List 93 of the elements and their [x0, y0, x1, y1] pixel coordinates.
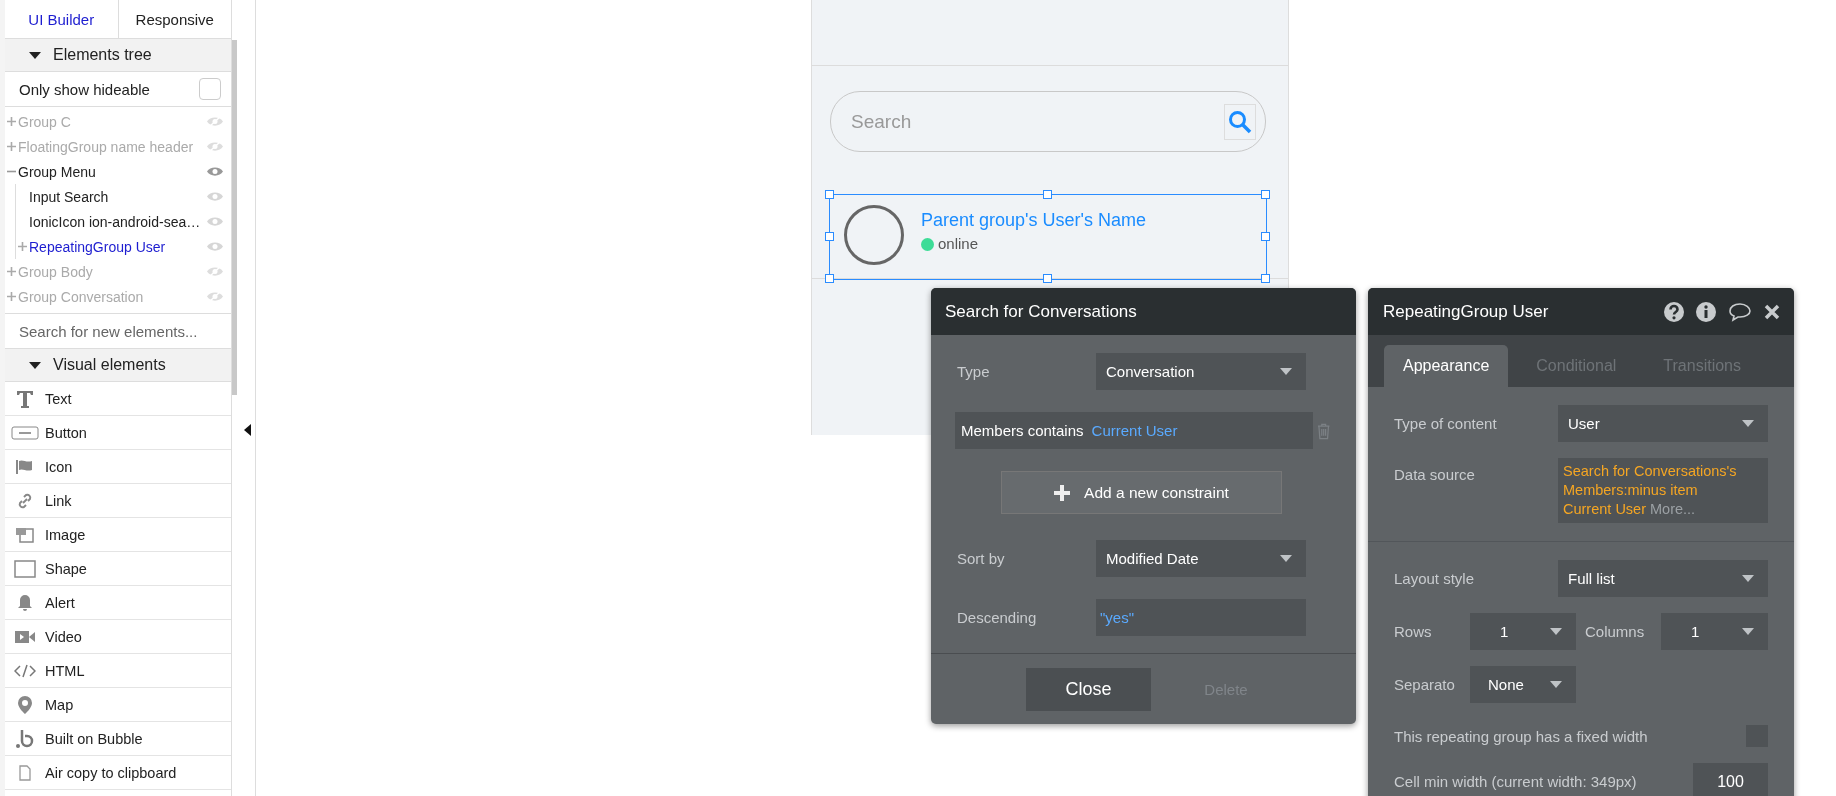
field-label: Sort by	[957, 550, 1006, 567]
dropdown-caret-icon	[1550, 628, 1562, 635]
search-icon[interactable]	[1228, 110, 1252, 134]
element-item[interactable]: Map	[45, 696, 74, 713]
bubble-logo-icon	[16, 728, 34, 749]
triangle-icon	[29, 51, 41, 59]
section-header[interactable]: Elements tree	[5, 39, 231, 72]
data-source-field[interactable]: Search for Conversations's Members:minus item Current User More...	[1558, 458, 1768, 523]
status-dot	[921, 238, 934, 251]
number-field[interactable]: 100	[1693, 763, 1768, 796]
separator-dropdown[interactable]: None	[1470, 666, 1576, 703]
trash-icon[interactable]	[1316, 421, 1330, 440]
plus-icon	[1054, 484, 1071, 501]
flag-icon	[15, 458, 35, 475]
constraint-field[interactable]: Members contains	[961, 422, 1084, 439]
dropdown-caret-icon	[1280, 555, 1292, 562]
checkbox-label: Only show hideable	[19, 80, 150, 98]
eye-slash-icon[interactable]	[207, 116, 223, 127]
eye-icon[interactable]	[207, 191, 223, 202]
layout-dropdown[interactable]: Full list	[1558, 560, 1768, 597]
type-dropdown[interactable]: Conversation	[1096, 353, 1306, 390]
avatar-circle	[844, 205, 904, 265]
triangle-icon	[29, 361, 41, 369]
section-header[interactable]: Visual elements	[5, 349, 231, 382]
close-button[interactable]: Close	[1026, 667, 1151, 711]
expand-plus-icon[interactable]	[7, 267, 16, 276]
field-label: Layout style	[1394, 570, 1476, 587]
comment-icon[interactable]	[1728, 301, 1752, 322]
dropdown-caret-icon	[1280, 368, 1292, 375]
element-item[interactable]: Shape	[45, 560, 87, 577]
eye-icon[interactable]	[207, 166, 223, 177]
tree-item[interactable]: IonicIcon ion-android-sea…	[29, 213, 207, 230]
tab[interactable]: Appearance	[1384, 345, 1509, 387]
field-label: Rows	[1394, 623, 1433, 640]
element-item[interactable]: Built on Bubble	[45, 730, 143, 747]
eye-icon[interactable]	[207, 241, 223, 252]
eye-slash-icon[interactable]	[207, 291, 223, 302]
eye-icon[interactable]	[207, 216, 223, 227]
element-item[interactable]: Link	[45, 492, 72, 509]
expand-plus-icon[interactable]	[7, 117, 16, 126]
collapse-arrow-icon[interactable]	[244, 424, 251, 436]
eye-slash-icon[interactable]	[207, 141, 223, 152]
element-item[interactable]: Air copy to clipboard	[45, 764, 177, 781]
field-label: Separato	[1394, 676, 1456, 693]
element-item[interactable]: Text	[45, 390, 72, 407]
element-item[interactable]: Alert	[45, 594, 75, 611]
image-icon	[15, 525, 35, 544]
element-item[interactable]: Button	[45, 424, 87, 441]
field-label: Descending	[957, 609, 1038, 626]
element-item[interactable]: Video	[45, 628, 82, 645]
info-icon[interactable]	[1696, 301, 1716, 322]
rectangle-icon	[14, 559, 36, 578]
element-item[interactable]: Image	[45, 526, 86, 543]
expand-plus-icon[interactable]	[7, 142, 16, 151]
columns-dropdown[interactable]: 1	[1661, 613, 1768, 650]
element-item[interactable]: Icon	[45, 458, 73, 475]
map-pin-icon	[18, 695, 32, 714]
element-item[interactable]: HTML	[45, 662, 85, 679]
bell-icon	[17, 593, 33, 612]
field-label: Columns	[1585, 623, 1646, 640]
close-icon[interactable]	[1764, 303, 1780, 320]
field-label: Cell min width (current width: 349px)	[1394, 773, 1637, 790]
eye-slash-icon[interactable]	[207, 266, 223, 277]
add-constraint-button[interactable]: Add a new constraint	[1001, 471, 1282, 514]
user-name: Parent group's User's Name	[921, 210, 1146, 231]
dropdown-caret-icon	[1742, 575, 1754, 582]
dropdown-caret-icon	[1742, 420, 1754, 427]
expand-plus-icon[interactable]	[7, 292, 16, 301]
tree-item[interactable]: Group Menu	[18, 163, 207, 180]
tree-item[interactable]: RepeatingGroup User	[29, 238, 207, 255]
sort-dropdown[interactable]: Modified Date	[1096, 540, 1306, 577]
dropdown-caret-icon	[1742, 628, 1754, 635]
code-icon	[14, 663, 36, 678]
button-icon	[11, 425, 39, 440]
dialog-title: Search for Conversations	[945, 301, 1137, 322]
text-icon	[15, 388, 35, 409]
scrollbar[interactable]	[232, 40, 237, 395]
dialog-title: RepeatingGroup User	[1383, 301, 1549, 322]
video-camera-icon	[15, 629, 35, 644]
dropdown-caret-icon	[1550, 681, 1562, 688]
field-label: Data source	[1394, 466, 1476, 483]
checkbox[interactable]	[199, 78, 221, 100]
content-type-dropdown[interactable]: User	[1558, 405, 1768, 442]
rows-dropdown[interactable]: 1	[1470, 613, 1576, 650]
checkbox-label: This repeating group has a fixed width	[1394, 727, 1648, 745]
help-icon[interactable]	[1664, 301, 1684, 322]
field-label: Type	[957, 363, 991, 380]
field-label: Type of content	[1394, 415, 1498, 432]
expand-plus-icon[interactable]	[18, 242, 27, 251]
document-icon	[18, 764, 32, 781]
tree-item[interactable]: Input Search	[29, 188, 207, 205]
status-text: online	[938, 235, 979, 252]
search-field[interactable]: Search	[830, 91, 1266, 152]
